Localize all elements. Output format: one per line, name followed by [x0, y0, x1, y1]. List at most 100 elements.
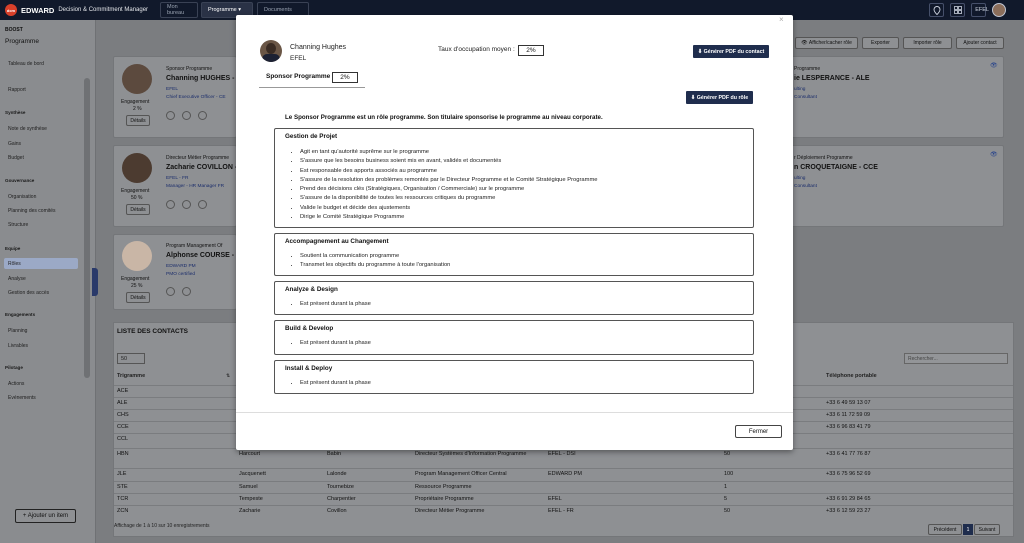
- sidebar-item-acces[interactable]: Gestion des accès: [8, 290, 49, 296]
- card-role: Sponsor Programme: [166, 66, 213, 72]
- contacts-search-input[interactable]: Rechercher...: [904, 353, 1008, 364]
- prev-page-button[interactable]: Précédent: [928, 524, 962, 535]
- close-button[interactable]: Fermer: [735, 425, 782, 438]
- col-trigramme[interactable]: Trigramme: [117, 373, 145, 379]
- next-page-button[interactable]: Suivant: [974, 524, 1000, 535]
- show-hide-label: Afficher/cacher rôle: [808, 40, 852, 46]
- app-logo[interactable]: dcm: [5, 4, 17, 16]
- table-cell: Directeur Systèmes d'Information Program…: [415, 451, 527, 457]
- card-role: Program Management Of: [166, 243, 223, 249]
- modal-footer-divider: [236, 412, 793, 413]
- engagement-value: 25 %: [131, 283, 143, 289]
- sidebar-item-actions[interactable]: Actions: [8, 381, 24, 387]
- table-cell: Directeur Métier Programme: [415, 508, 485, 514]
- avatar: [122, 241, 152, 271]
- role-intro: Le Sponsor Programme est un rôle program…: [285, 114, 603, 121]
- table-footer-info: Affichage de 1 à 10 sur 10 enregistremen…: [114, 523, 210, 529]
- table-cell: STE: [117, 484, 128, 490]
- sidebar-item-organisation[interactable]: Organisation: [8, 194, 36, 200]
- sidebar-section-pilotage: Pilotage: [5, 365, 23, 370]
- nav-mon-bureau[interactable]: Mon bureau: [160, 2, 198, 18]
- org-label: EFEL: [975, 7, 989, 13]
- eye-icon: 👁: [801, 40, 808, 46]
- add-contact-button[interactable]: Ajouter contact: [956, 37, 1004, 49]
- tab-role-value: 2%: [332, 72, 358, 83]
- generate-contact-pdf-button[interactable]: ⬇ Générer PDF du contact: [693, 45, 769, 58]
- sidebar-item-roles[interactable]: Rôles: [8, 261, 21, 267]
- col-telephone[interactable]: Téléphone portable: [826, 373, 877, 379]
- grid-icon[interactable]: [950, 3, 965, 17]
- card-org: ulting: [794, 87, 806, 92]
- section-analyze-design: Analyze & Design Est présent durant la p…: [274, 281, 754, 315]
- page-1-button[interactable]: 1: [963, 524, 973, 535]
- phone-icon[interactable]: [166, 287, 175, 296]
- generate-role-pdf-button[interactable]: ⬇ Générer PDF du rôle: [686, 91, 753, 104]
- close-icon[interactable]: ×: [779, 15, 784, 24]
- import-role-button[interactable]: Importer rôle: [903, 37, 952, 49]
- contact-card-icon[interactable]: [198, 111, 207, 120]
- list-item: Valide le budget et décide des ajustemen…: [300, 204, 598, 213]
- contact-card-icon[interactable]: [198, 200, 207, 209]
- section-list: Est présent durant la phase: [300, 300, 371, 309]
- section-list: Est présent durant la phase: [300, 379, 371, 388]
- email-icon[interactable]: [182, 200, 191, 209]
- card-org: ulting: [794, 176, 806, 181]
- email-icon[interactable]: [182, 287, 191, 296]
- sidebar-item-note[interactable]: Note de synthèse: [8, 126, 47, 132]
- list-item: Dirige le Comité Stratégique Programme: [300, 213, 598, 222]
- list-item: Est présent durant la phase: [300, 300, 371, 309]
- phone-icon[interactable]: [166, 200, 175, 209]
- details-button[interactable]: Détails: [126, 115, 150, 126]
- nav-programme-label: Programme: [208, 7, 237, 13]
- user-avatar[interactable]: [992, 3, 1006, 17]
- sidebar-collapse-handle[interactable]: [92, 268, 98, 296]
- table-cell: 5: [724, 496, 728, 502]
- phone-icon[interactable]: [166, 111, 175, 120]
- sidebar-item-evenements[interactable]: Evénements: [8, 395, 36, 401]
- table-row[interactable]: HBN Harcourt Babin Directeur Systèmes d'Inf…: [114, 448, 1013, 467]
- occupation-label: Taux d'occupation moyen :: [438, 46, 515, 53]
- details-button[interactable]: Détails: [126, 292, 150, 303]
- list-item: Agit en tant qu'autorité suprême sur le …: [300, 148, 598, 157]
- table-cell: Covillon: [327, 508, 347, 514]
- table-cell: JLE: [117, 471, 127, 477]
- sidebar-item-planning-comites[interactable]: Planning des comités: [8, 208, 56, 214]
- sidebar-item-structure[interactable]: Structure: [8, 222, 28, 228]
- engagement-label: Engagement: [121, 99, 150, 105]
- sidebar-section-synthese: Synthèse: [5, 110, 26, 115]
- table-cell: ACE: [117, 388, 129, 394]
- location-icon[interactable]: [929, 3, 944, 17]
- details-button[interactable]: Détails: [126, 204, 150, 215]
- table-row[interactable]: ZCN Zacharie Covillon Directeur Métier Prog…: [114, 505, 1013, 517]
- sidebar-item-planning[interactable]: Planning: [8, 328, 27, 334]
- sidebar-item-livrables[interactable]: Livrables: [8, 343, 28, 349]
- page-size-select[interactable]: 50: [117, 353, 145, 364]
- table-row[interactable]: TCR Tempeste Charpentier Propriétaire Progr…: [114, 493, 1013, 505]
- eye-icon[interactable]: 👁: [990, 151, 998, 158]
- sidebar-item-report[interactable]: Rapport: [8, 87, 26, 93]
- email-icon[interactable]: [182, 111, 191, 120]
- list-item: Prend des décisions clés (Stratégiques, …: [300, 185, 598, 194]
- sidebar-scrollbar[interactable]: [84, 78, 90, 378]
- export-button[interactable]: Exporter: [862, 37, 899, 49]
- sort-icon[interactable]: ⇅: [226, 373, 230, 379]
- list-item: Soutient la communication programme: [300, 252, 450, 261]
- org-menu[interactable]: EFEL: [971, 3, 989, 17]
- sidebar-item-analyse[interactable]: Analyse: [8, 276, 26, 282]
- tab-sponsor-programme[interactable]: Sponsor Programme: [266, 73, 330, 80]
- sidebar-item-budget[interactable]: Budget: [8, 155, 24, 161]
- list-item: Est responsable des apports associés au …: [300, 167, 598, 176]
- show-hide-role-button[interactable]: 👁 Afficher/cacher rôle: [795, 37, 858, 49]
- sidebar-item-gains[interactable]: Gains: [8, 141, 21, 147]
- list-item: Est présent durant la phase: [300, 339, 371, 348]
- chevron-down-icon: ▾: [238, 7, 242, 13]
- table-row[interactable]: JLE Jacquenett Lalonde Program Management O…: [114, 468, 1013, 480]
- avatar: [122, 64, 152, 94]
- eye-icon[interactable]: 👁: [990, 62, 998, 69]
- sidebar-item-dashboard[interactable]: Tableau de bord: [8, 61, 44, 67]
- card-name: Zacharie COVILLON -: [166, 164, 238, 171]
- add-item-button[interactable]: + Ajouter un item: [15, 509, 76, 523]
- engagement-value: 50 %: [131, 195, 143, 201]
- section-build-develop: Build & Develop Est présent durant la ph…: [274, 320, 754, 355]
- table-row[interactable]: STE Samuel Tournebize Ressource Programme 1: [114, 481, 1013, 493]
